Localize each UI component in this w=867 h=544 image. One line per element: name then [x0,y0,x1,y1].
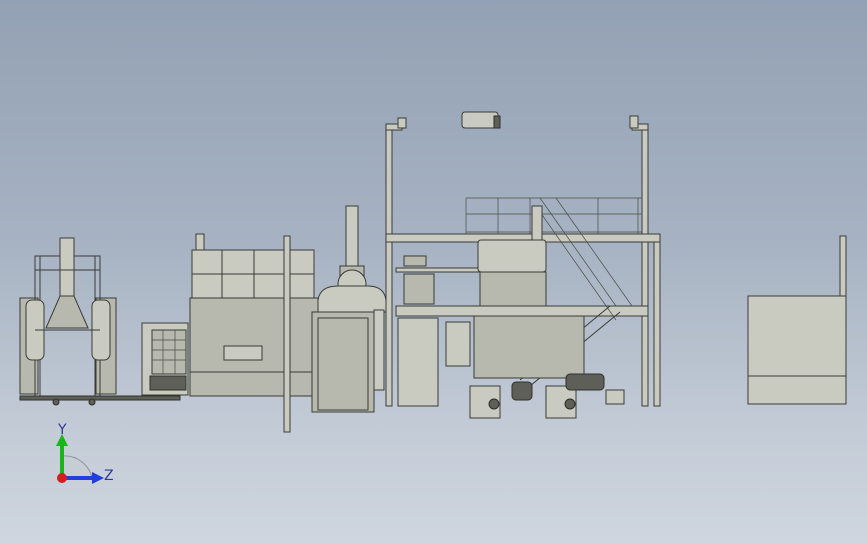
control-cabinet[interactable] [141,322,189,396]
oven-housing[interactable] [189,233,319,433]
chimney-filter-unit[interactable] [311,205,387,413]
cad-graphics-viewport[interactable]: Y Z [0,0,867,544]
x-axis-dot [57,473,67,483]
right-enclosure-unit[interactable] [747,235,847,405]
assembly-model[interactable] [0,0,867,544]
main-tower-structure[interactable] [385,111,661,419]
y-axis-label: Y [57,422,67,438]
z-axis-label: Z [104,468,114,484]
z-axis-arrowhead [92,472,104,484]
coordinate-triad: Y Z [56,422,114,484]
triad-plane-indicator [61,455,93,479]
